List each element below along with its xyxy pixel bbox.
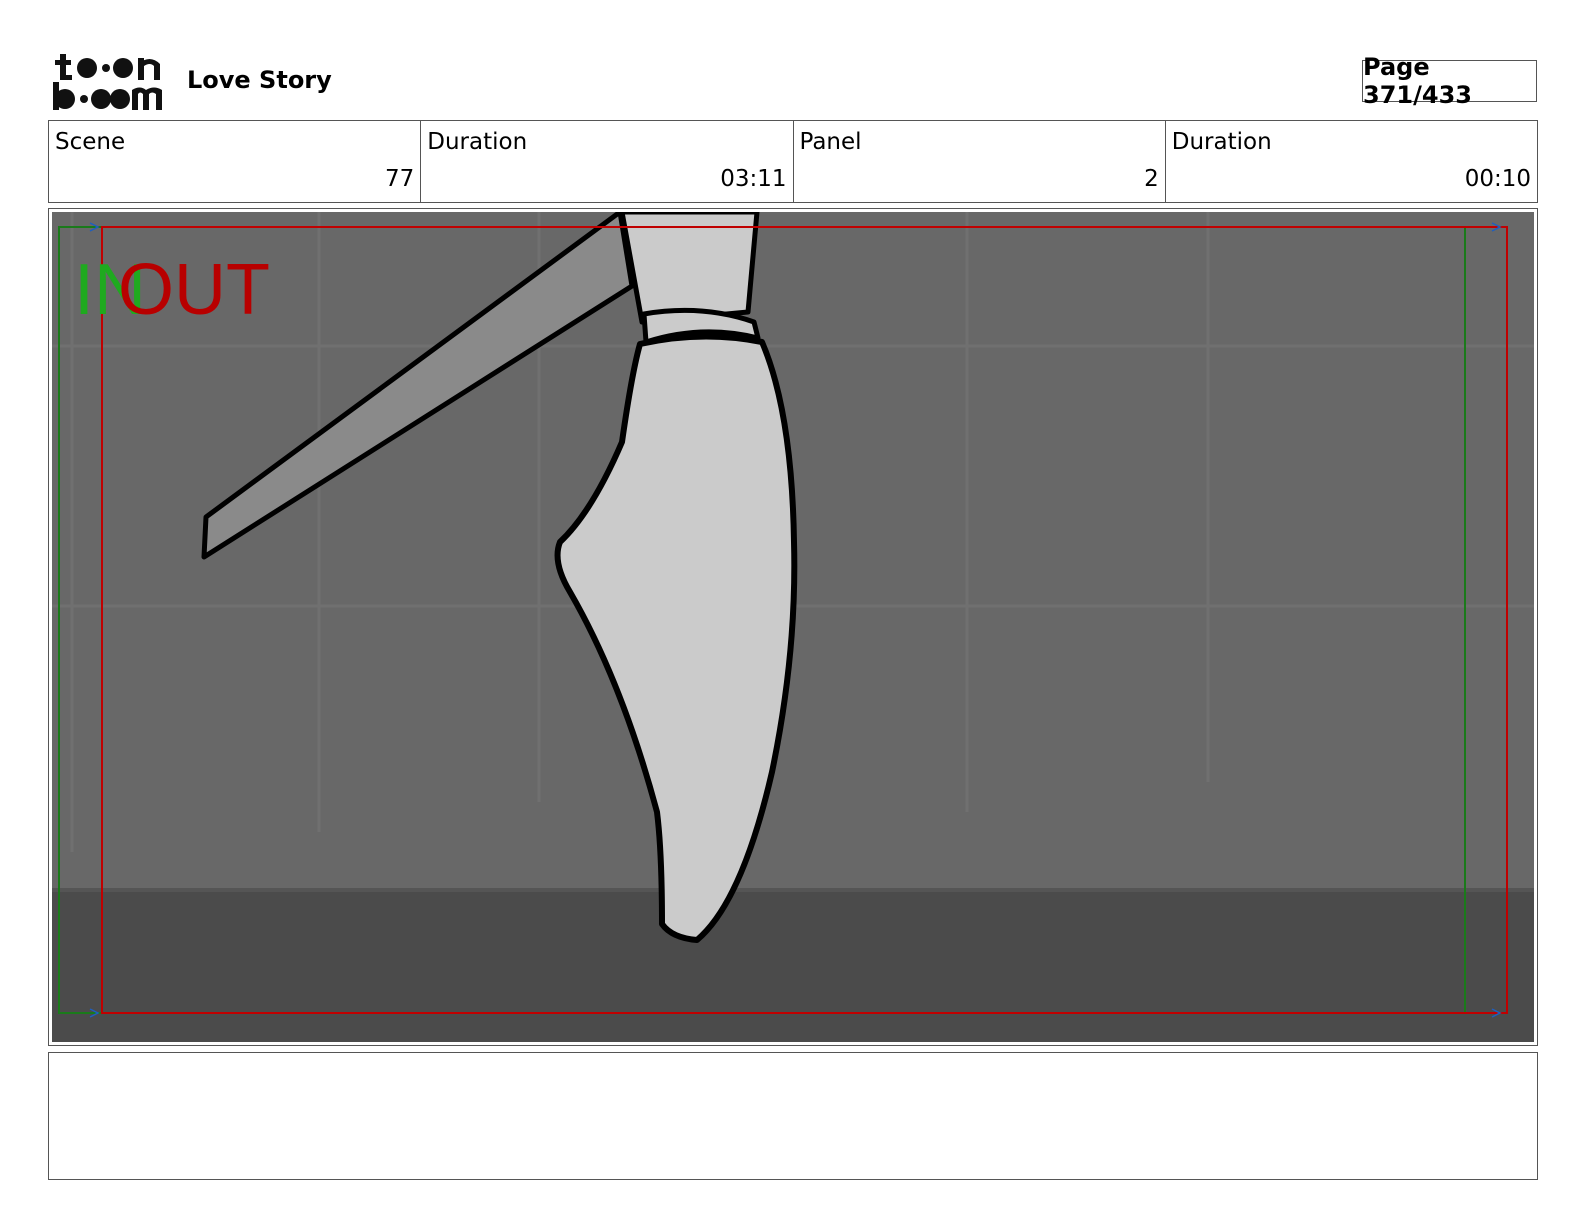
panel-notes-box[interactable]: [48, 1052, 1538, 1180]
panel-info-table: Scene 77 Duration 03:11 Panel 2 Duration…: [48, 120, 1538, 203]
storyboard-drawing: IN OUT: [52, 212, 1534, 1042]
project-title: Love Story: [187, 66, 332, 94]
scene-cell: Scene 77: [49, 121, 422, 202]
panel-cell: Panel 2: [794, 121, 1166, 202]
toonboom-logo: [53, 54, 162, 110]
scene-duration-label: Duration: [427, 129, 528, 155]
page-number: Page 371/433: [1362, 53, 1537, 109]
storyboard-panel-image: IN OUT: [52, 212, 1534, 1042]
panel-value: 2: [1144, 166, 1159, 192]
panel-duration-cell: Duration 00:10: [1166, 121, 1537, 202]
scene-duration-cell: Duration 03:11: [421, 121, 794, 202]
scene-duration-value: 03:11: [720, 166, 787, 192]
panel-label: Panel: [799, 129, 862, 155]
scene-label: Scene: [55, 129, 126, 155]
panel-duration-label: Duration: [1171, 129, 1272, 155]
out-marker: OUT: [118, 250, 270, 330]
panel-duration-value: 00:10: [1464, 166, 1531, 192]
scene-value: 77: [384, 166, 415, 192]
